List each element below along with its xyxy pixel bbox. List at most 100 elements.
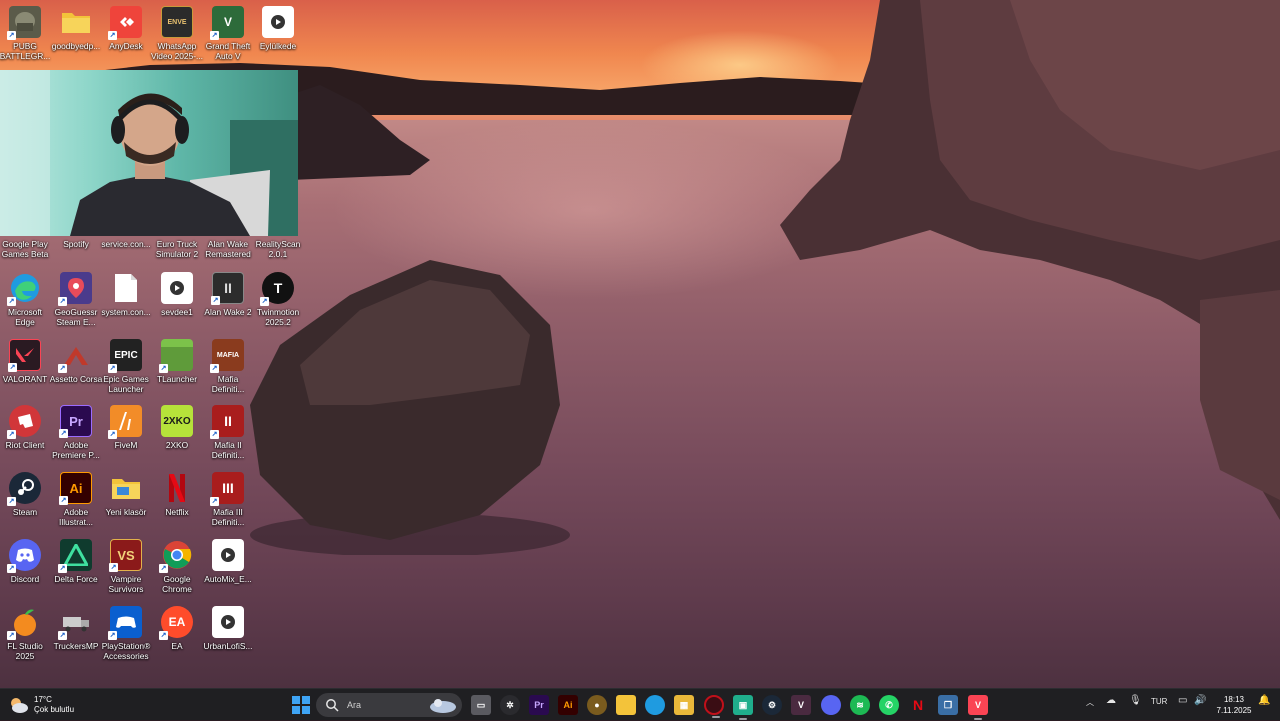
desktop-icon-delta-force[interactable]: ↗ Delta Force: [51, 539, 101, 601]
taskbar-store[interactable]: ▦: [674, 695, 694, 715]
taskbar-netflix[interactable]: N: [908, 695, 928, 715]
wallpaper-left-rock: [290, 85, 430, 180]
desktop-icon-epic-games[interactable]: EPIC ↗ Epic Games Launcher: [101, 339, 151, 401]
desktop-icon-spotify[interactable]: Spotify: [48, 239, 104, 249]
weather-widget[interactable]: 17°C Çok bulutlu: [8, 692, 128, 718]
desktop-icon-label: Steam: [12, 507, 38, 517]
media-file-icon: [212, 539, 244, 571]
taskbar-edge[interactable]: [645, 695, 665, 715]
taskbar-geoguessr[interactable]: ●: [587, 695, 607, 715]
network-icon[interactable]: ▭: [1178, 695, 1187, 706]
clock-time: 18:13: [1223, 695, 1245, 704]
system-clock[interactable]: 18:13 7.11.2025: [1212, 694, 1256, 716]
taskbar-discord[interactable]: [821, 695, 841, 715]
desktop-icon-illustrator[interactable]: Ai ↗ Adobe Illustrat...: [51, 472, 101, 534]
desktop-icon-sevdee1[interactable]: sevdee1: [152, 272, 202, 334]
desktop-icon-label: Riot Client: [5, 440, 45, 450]
desktop-icon-eylulkede[interactable]: Eylülkede: [253, 6, 303, 68]
desktop-icon-ea[interactable]: EA ↗ EA: [152, 606, 202, 668]
desktop-icon-whatsapp-video[interactable]: ENVE WhatsApp Video 2025-...: [151, 6, 203, 68]
netflix-icon: [161, 472, 193, 504]
desktop-icon-alan-wake-2[interactable]: II ↗ Alan Wake 2: [203, 272, 253, 334]
tray-overflow-chevron-icon[interactable]: ︿: [1086, 697, 1094, 708]
taskbar-valorant-2[interactable]: V: [968, 695, 988, 720]
taskbar-illustrator[interactable]: Ai: [558, 695, 578, 715]
notification-icon[interactable]: 🔔: [1258, 695, 1270, 706]
desktop-icon-2xko[interactable]: 2XKO 2XKO: [152, 405, 202, 467]
desktop-icon-premiere[interactable]: Pr ↗ Adobe Premiere P...: [51, 405, 101, 467]
weather-cloud-icon: [8, 694, 30, 716]
desktop-icon-urbanlofis[interactable]: UrbanLofiS...: [203, 606, 253, 668]
valorant-icon: V: [974, 700, 981, 710]
desktop-icon-label: TLauncher: [156, 374, 198, 384]
microphone-icon[interactable]: 🎙: [1129, 695, 1142, 706]
taskbar-valorant[interactable]: V: [791, 695, 811, 715]
valorant-icon: V: [797, 700, 804, 710]
weather-desc: Çok bulutlu: [34, 705, 75, 714]
desktop-icon-fl-studio[interactable]: ↗ FL Studio 2025: [0, 606, 50, 668]
taskbar-chatgpt[interactable]: ✲: [500, 695, 520, 715]
taskbar-obs[interactable]: [704, 695, 724, 718]
desktop-icon-realityscan[interactable]: RealityScan 2.0.1: [250, 239, 306, 259]
desktop-icon-label: system.con...: [101, 307, 151, 317]
desktop-icon-label: Adobe Premiere P...: [52, 440, 100, 460]
start-button[interactable]: [292, 696, 310, 714]
desktop-icon-google-play-games[interactable]: Google Play Games Beta: [0, 239, 53, 259]
desktop-icon-fivem[interactable]: ↗ FiveM: [101, 405, 151, 467]
desktop-icon-twinmotion[interactable]: T ↗ Twinmotion 2025.2: [253, 272, 303, 334]
desktop-icon-mafia-3[interactable]: III ↗ Mafia III Definiti...: [203, 472, 253, 534]
desktop-icon-label: Eylülkede: [259, 41, 297, 51]
taskbar-spotify[interactable]: ≋: [850, 695, 870, 715]
desktop-icon-yeni-klasor[interactable]: Yeni klasör: [101, 472, 151, 534]
riot-icon: ↗: [7, 405, 41, 439]
desktop-icon-label: PUBG BATTLEGR...: [0, 41, 51, 61]
search-box[interactable]: Ara: [316, 693, 462, 717]
desktop-icon-tlauncher[interactable]: ↗ TLauncher: [152, 339, 202, 401]
desktop-icon-label: goodbyedp...: [51, 41, 101, 51]
desktop-icon-steam[interactable]: ↗ Steam: [0, 472, 50, 534]
taskbar-app-green[interactable]: ▣: [733, 695, 753, 720]
chatgpt-icon: ✲: [506, 699, 514, 710]
taskbar-whatsapp[interactable]: ✆: [879, 695, 899, 715]
desktop-icon-discord[interactable]: ↗ Discord: [0, 539, 50, 601]
desktop-icon-gta-v[interactable]: V ↗ Grand Theft Auto V: [203, 6, 253, 68]
folder-icon: [60, 6, 92, 38]
desktop-icon-riot-client[interactable]: ↗ Riot Client: [0, 405, 50, 467]
desktop-icon-label: VALORANT: [2, 374, 48, 384]
taskbar-task-view[interactable]: ▭: [471, 695, 491, 715]
desktop-icon-geoguessr[interactable]: ↗ GeoGuessr Steam E...: [51, 272, 101, 334]
weather-temp: 17°C: [34, 695, 52, 704]
taskbar-window-switcher[interactable]: ❐: [938, 695, 958, 715]
taskbar-file-explorer[interactable]: [616, 695, 636, 715]
desktop-icon-service-con[interactable]: service.con...: [98, 239, 154, 249]
desktop-icon-system-con[interactable]: system.con...: [101, 272, 151, 334]
search-icon: [326, 699, 339, 712]
minecraft-icon: ↗: [159, 339, 193, 373]
desktop-icon-playstation-accessories[interactable]: ↗ PlayStation® Accessories: [101, 606, 151, 668]
desktop-icon-alan-wake-remastered[interactable]: Alan Wake Remastered: [200, 239, 256, 259]
desktop-icon-goodbyedp[interactable]: goodbyedp...: [51, 6, 101, 68]
desktop-icon-label: Mafia Definiti...: [211, 374, 245, 394]
desktop-icon-vampire-survivors[interactable]: VS ↗ Vampire Survivors: [101, 539, 151, 601]
desktop-icon-euro-truck[interactable]: Euro Truck Simulator 2: [149, 239, 205, 259]
weather-text: 17°C Çok bulutlu: [34, 695, 74, 715]
desktop-icon-edge[interactable]: ↗ Microsoft Edge: [0, 272, 50, 334]
desktop-icon-pubg[interactable]: ↗ PUBG BATTLEGR...: [0, 6, 50, 68]
desktop-icon-netflix[interactable]: Netflix: [152, 472, 202, 534]
desktop-icon-mafia[interactable]: MAFIA ↗ Mafia Definiti...: [203, 339, 253, 401]
onedrive-cloud-icon[interactable]: ☁: [1106, 695, 1116, 706]
language-indicator[interactable]: TUR: [1151, 697, 1167, 706]
desktop-icon-truckersmp[interactable]: ↗ TruckersMP: [51, 606, 101, 668]
desktop-icon-mafia-2[interactable]: II ↗ Mafia II Definiti...: [203, 405, 253, 467]
desktop-icon-valorant[interactable]: ↗ VALORANT: [0, 339, 50, 401]
app-green-icon: ▣: [738, 699, 748, 710]
desktop-icon-anydesk[interactable]: ↗ AnyDesk: [101, 6, 151, 68]
desktop-icon-google-chrome[interactable]: ↗ Google Chrome: [152, 539, 202, 601]
2xko-icon: 2XKO: [161, 405, 193, 437]
desktop-icon-assetto-corsa[interactable]: ↗ Assetto Corsa: [50, 339, 102, 401]
volume-icon[interactable]: 🔊: [1194, 695, 1206, 706]
taskbar-steam[interactable]: ⚙: [762, 695, 782, 715]
desktop-icon-automix[interactable]: AutoMix_E...: [203, 539, 253, 601]
taskbar-premiere[interactable]: Pr: [529, 695, 549, 715]
desktop-icon-label: PlayStation® Accessories: [101, 641, 151, 661]
